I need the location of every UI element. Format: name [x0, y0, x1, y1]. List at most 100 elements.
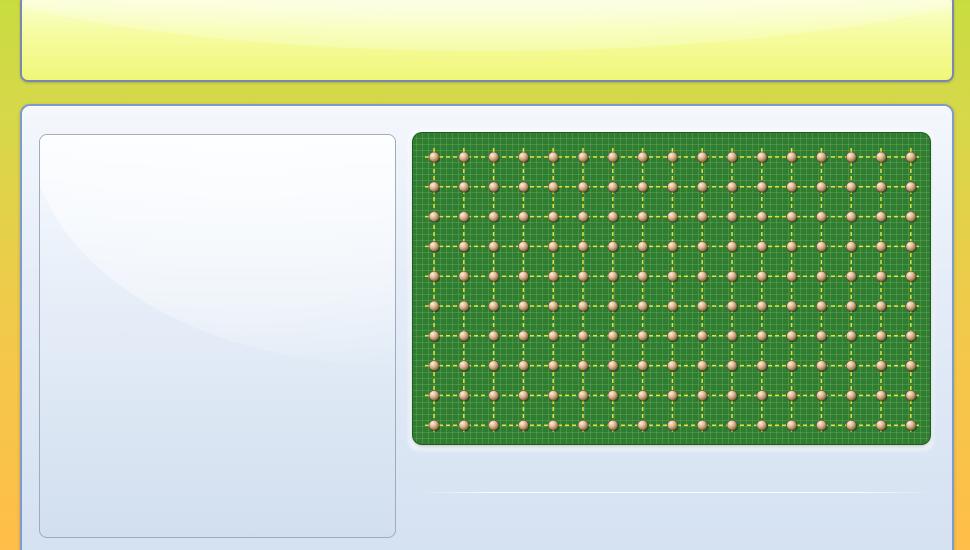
geoboard-peg[interactable] [696, 300, 709, 313]
geoboard-peg[interactable] [726, 330, 739, 343]
geoboard-peg[interactable] [547, 211, 560, 223]
geoboard-peg[interactable] [637, 241, 649, 253]
geoboard-peg[interactable] [547, 241, 560, 253]
geoboard-peg[interactable] [607, 211, 619, 223]
geoboard-peg[interactable] [577, 360, 590, 372]
geoboard-peg[interactable] [547, 419, 560, 432]
geoboard-peg[interactable] [786, 390, 798, 402]
geoboard-peg[interactable] [905, 390, 917, 402]
geoboard-peg[interactable] [458, 330, 470, 343]
geoboard-peg[interactable] [428, 151, 441, 164]
geoboard-peg[interactable] [875, 151, 888, 164]
geoboard-peg[interactable] [488, 390, 500, 402]
geoboard-peg[interactable] [547, 151, 560, 164]
geoboard-peg[interactable] [726, 181, 739, 194]
geoboard-peg[interactable] [577, 211, 590, 223]
geoboard-peg[interactable] [488, 241, 500, 253]
geoboard-peg[interactable] [696, 390, 709, 402]
geoboard-peg[interactable] [488, 300, 500, 313]
geoboard-peg[interactable] [696, 181, 709, 194]
geoboard-peg[interactable] [607, 151, 619, 164]
geoboard-peg[interactable] [756, 360, 768, 372]
geoboard-peg[interactable] [845, 241, 858, 253]
geoboard-peg[interactable] [667, 419, 679, 432]
geoboard-peg[interactable] [518, 360, 530, 372]
geoboard-canvas[interactable] [413, 133, 930, 444]
geoboard-peg[interactable] [577, 390, 590, 402]
geoboard-peg[interactable] [726, 390, 739, 402]
geoboard-peg[interactable] [875, 270, 888, 283]
geoboard-peg[interactable] [577, 151, 590, 164]
geoboard-peg[interactable] [875, 211, 888, 223]
geoboard-peg[interactable] [756, 419, 768, 432]
geoboard-peg[interactable] [905, 270, 917, 283]
geoboard-peg[interactable] [726, 419, 739, 432]
geoboard-peg[interactable] [667, 360, 679, 372]
geoboard-peg[interactable] [488, 419, 500, 432]
geoboard-peg[interactable] [547, 270, 560, 283]
geoboard-peg[interactable] [875, 300, 888, 313]
geoboard-peg[interactable] [786, 330, 798, 343]
geoboard-peg[interactable] [726, 241, 739, 253]
geoboard-peg[interactable] [458, 390, 470, 402]
geoboard-peg[interactable] [458, 419, 470, 432]
geoboard-peg[interactable] [726, 211, 739, 223]
geoboard-peg[interactable] [905, 360, 917, 372]
geoboard-peg[interactable] [667, 330, 679, 343]
geoboard-peg[interactable] [518, 419, 530, 432]
geoboard-peg[interactable] [577, 300, 590, 313]
geoboard-peg[interactable] [637, 390, 649, 402]
geoboard-peg[interactable] [905, 211, 917, 223]
geoboard-peg[interactable] [786, 211, 798, 223]
geoboard-peg[interactable] [607, 300, 619, 313]
geoboard-peg[interactable] [696, 151, 709, 164]
geoboard-peg[interactable] [428, 270, 441, 283]
geoboard-peg[interactable] [816, 181, 828, 194]
geoboard[interactable] [413, 133, 930, 444]
geoboard-peg[interactable] [458, 181, 470, 194]
geoboard-peg[interactable] [726, 300, 739, 313]
geoboard-peg[interactable] [458, 300, 470, 313]
geoboard-peg[interactable] [875, 330, 888, 343]
geoboard-peg[interactable] [428, 181, 441, 194]
geoboard-peg[interactable] [547, 330, 560, 343]
geoboard-peg[interactable] [637, 330, 649, 343]
geoboard-peg[interactable] [488, 330, 500, 343]
geoboard-peg[interactable] [786, 241, 798, 253]
geoboard-peg[interactable] [458, 211, 470, 223]
geoboard-peg[interactable] [845, 390, 858, 402]
geoboard-peg[interactable] [875, 241, 888, 253]
geoboard-peg[interactable] [905, 151, 917, 164]
geoboard-peg[interactable] [667, 390, 679, 402]
geoboard-peg[interactable] [518, 241, 530, 253]
geoboard-peg[interactable] [816, 390, 828, 402]
geoboard-peg[interactable] [428, 390, 441, 402]
geoboard-peg[interactable] [845, 360, 858, 372]
geoboard-peg[interactable] [547, 181, 560, 194]
geoboard-peg[interactable] [756, 211, 768, 223]
geoboard-peg[interactable] [458, 241, 470, 253]
geoboard-peg[interactable] [756, 181, 768, 194]
geoboard-peg[interactable] [667, 211, 679, 223]
geoboard-peg[interactable] [756, 300, 768, 313]
geoboard-peg[interactable] [786, 270, 798, 283]
geoboard-peg[interactable] [756, 390, 768, 402]
geoboard-peg[interactable] [816, 300, 828, 313]
geoboard-peg[interactable] [875, 390, 888, 402]
geoboard-peg[interactable] [547, 360, 560, 372]
geoboard-peg[interactable] [458, 360, 470, 372]
geoboard-peg[interactable] [518, 390, 530, 402]
geoboard-peg[interactable] [667, 241, 679, 253]
geoboard-peg[interactable] [637, 300, 649, 313]
geoboard-peg[interactable] [458, 151, 470, 164]
geoboard-peg[interactable] [547, 390, 560, 402]
geoboard-peg[interactable] [905, 330, 917, 343]
geoboard-peg[interactable] [637, 151, 649, 164]
geoboard-peg[interactable] [816, 211, 828, 223]
geoboard-peg[interactable] [637, 360, 649, 372]
geoboard-peg[interactable] [696, 270, 709, 283]
geoboard-peg[interactable] [488, 360, 500, 372]
geoboard-peg[interactable] [726, 270, 739, 283]
geoboard-peg[interactable] [845, 270, 858, 283]
geoboard-peg[interactable] [875, 360, 888, 372]
